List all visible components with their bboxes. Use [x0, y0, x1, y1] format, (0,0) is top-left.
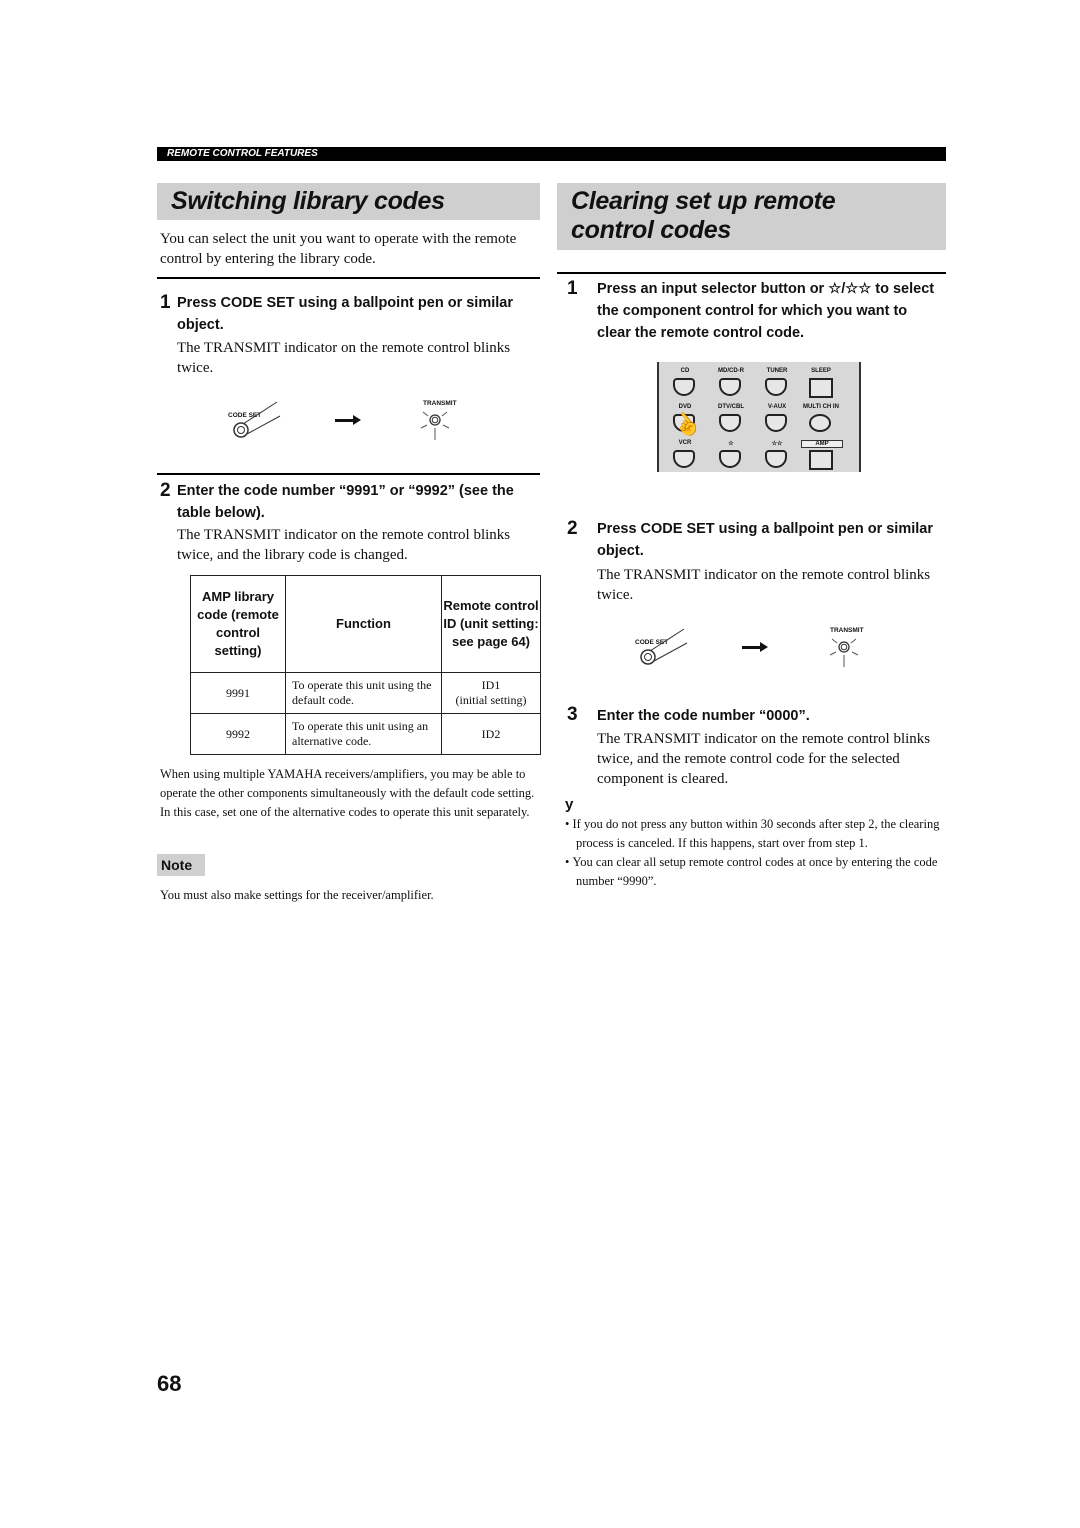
divider	[157, 473, 540, 475]
code-set-illustration: CODE SET TRANSMIT	[632, 625, 877, 670]
remote-button	[673, 450, 695, 468]
remote-button	[809, 450, 833, 470]
note-text: You must also make settings for the rece…	[160, 888, 434, 902]
remote-button-label: AMP	[801, 440, 843, 448]
id-cell: ID2	[441, 713, 541, 755]
remote-button-label: ☆☆	[771, 441, 783, 447]
remote-button	[765, 378, 787, 396]
step-number: 1	[160, 292, 171, 313]
library-code-table: AMP library code (remote control setting…	[190, 575, 541, 755]
transmit-label: TRANSMIT	[423, 400, 457, 407]
remote-button	[809, 414, 831, 432]
step-body: The TRANSMIT indicator on the remote con…	[597, 731, 931, 787]
tip-text: You can clear all setup remote control c…	[572, 855, 938, 888]
function-cell: To operate this unit using the default c…	[285, 672, 442, 714]
remote-button-label: DTV/CBL	[718, 404, 744, 410]
step-number: 3	[567, 704, 578, 725]
step-body: The TRANSMIT indicator on the remote con…	[597, 567, 931, 603]
id-value: ID1	[481, 678, 501, 692]
manual-page: REMOTE CONTROL FEATURES Switching librar…	[0, 0, 1080, 1528]
right-section-title: Clearing set up remote control codes	[557, 183, 946, 250]
remote-button	[719, 450, 741, 468]
tip-text: If you do not press any button within 30…	[572, 817, 940, 850]
id-note: (initial setting)	[455, 693, 527, 707]
table-row: 9991 To operate this unit using the defa…	[190, 672, 541, 714]
remote-button-label: TUNER	[766, 368, 788, 374]
remote-button-label: MULTI CH IN	[803, 404, 839, 410]
divider	[157, 277, 540, 279]
remote-button-label: MD/CD-R	[718, 368, 744, 374]
tips-list: • If you do not press any button within …	[565, 815, 947, 891]
remote-button	[719, 378, 741, 396]
step-body: The TRANSMIT indicator on the remote con…	[177, 527, 511, 563]
table-row: 9992 To operate this unit using an alter…	[190, 713, 541, 755]
step-number: 2	[160, 480, 171, 501]
step-body: The TRANSMIT indicator on the remote con…	[177, 340, 511, 376]
step-heading: Press CODE SET using a ballpoint pen or …	[177, 295, 513, 333]
function-cell: To operate this unit using an alternativ…	[285, 713, 442, 755]
pressing-hand-icon: ☝	[667, 406, 705, 444]
step-heading: Press an input selector button or ☆/☆☆ t…	[597, 281, 935, 341]
tip-icon: y	[565, 796, 574, 813]
step-number: 1	[567, 278, 578, 299]
column-header: Function	[285, 575, 442, 673]
step-number: 2	[567, 518, 578, 539]
id-cell: ID1 (initial setting)	[441, 672, 541, 714]
remote-button	[765, 414, 787, 432]
left-section-title: Switching library codes	[157, 183, 540, 220]
step-heading: Enter the code number “9991” or “9992” (…	[177, 483, 514, 521]
tip-item: • If you do not press any button within …	[565, 817, 940, 850]
column-header: AMP library code (remote control setting…	[190, 575, 286, 673]
step-heading: Press CODE SET using a ballpoint pen or …	[597, 521, 933, 559]
remote-button	[719, 414, 741, 432]
code-cell: 9991	[190, 672, 286, 714]
remote-button-label: CD	[680, 368, 690, 374]
column-header: Remote control ID (unit setting: see pag…	[441, 575, 541, 673]
left-intro: You can select the unit you want to oper…	[160, 231, 517, 267]
divider	[557, 272, 946, 274]
note-badge: Note	[157, 854, 205, 876]
remote-button-label: ☆	[728, 441, 734, 447]
remote-button	[809, 378, 833, 398]
remote-control-illustration: CD MD/CD-R TUNER SLEEP DVD DTV/CBL V-AUX MULTI …	[657, 362, 861, 472]
transmit-label: TRANSMIT	[830, 627, 864, 634]
code-cell: 9992	[190, 713, 286, 755]
section-header: REMOTE CONTROL FEATURES	[157, 147, 946, 161]
code-set-illustration: CODE SET TRANSMIT	[225, 398, 470, 443]
remote-button	[673, 378, 695, 396]
remote-button-label: V-AUX	[767, 404, 787, 410]
step-heading: Enter the code number “0000”.	[597, 708, 810, 724]
tip-item: • You can clear all setup remote control…	[565, 855, 938, 888]
remote-button-label: SLEEP	[811, 368, 831, 374]
page-number: 68	[157, 1371, 182, 1396]
remote-button	[765, 450, 787, 468]
multiple-receivers-paragraph: When using multiple YAMAHA receivers/amp…	[160, 767, 535, 819]
